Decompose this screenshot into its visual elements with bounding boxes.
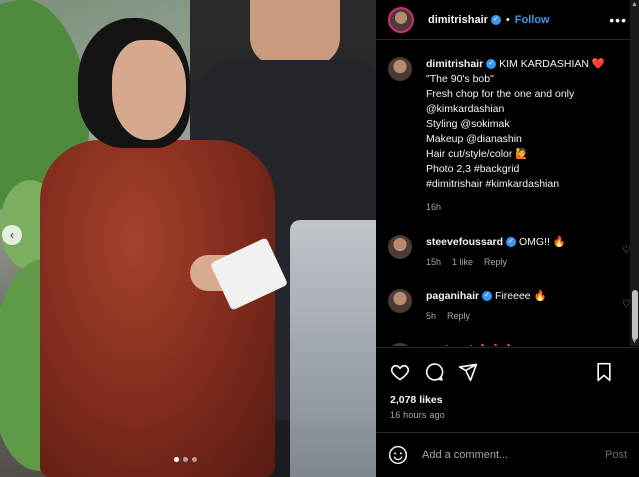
verified-badge-icon: ✓: [506, 237, 517, 248]
caption-line: "The 90's bob": [426, 73, 494, 85]
separator-dot: •: [505, 13, 510, 26]
comment-item: nattiventi 🔥🔥🔥 ♡: [388, 343, 627, 346]
avatar[interactable]: [388, 343, 412, 346]
carousel-prev-button[interactable]: ‹: [2, 225, 22, 245]
scrollbar-thumb[interactable]: [632, 290, 638, 340]
comment-composer: Post: [376, 432, 639, 477]
caption: dimitrishair ✓ KIM KARDASHIAN ❤️ "The 90'…: [388, 57, 627, 215]
follow-button[interactable]: Follow: [515, 14, 550, 26]
verified-badge-icon: ✓: [482, 291, 493, 302]
avatar[interactable]: [388, 289, 412, 313]
avatar[interactable]: [388, 57, 412, 81]
photo-red-leather-coat: [40, 140, 275, 477]
post-button[interactable]: Post: [605, 449, 627, 461]
reply-button[interactable]: Reply: [484, 255, 507, 269]
post-photo[interactable]: ‹: [0, 0, 376, 477]
ellipsis-icon[interactable]: •••: [609, 12, 627, 28]
photo-plastic-bag: [290, 220, 376, 477]
comments-scrollbar[interactable]: ▲ ▼: [630, 0, 639, 346]
scroll-up-icon[interactable]: ▲: [631, 1, 638, 8]
post-header: dimitrishair ✓ • Follow •••: [376, 0, 639, 40]
carousel-dots: [174, 457, 197, 462]
post-timestamp: 16 hours ago: [390, 410, 445, 420]
caption-hashtags[interactable]: #dimitrishair #kimkardashian: [426, 177, 605, 192]
caption-line: Photo 2,3 #backgrid: [426, 163, 520, 175]
comment-icon[interactable]: [424, 362, 444, 382]
avatar[interactable]: [388, 6, 414, 33]
comment-item: paganihair ✓ Fireeee 🔥 5h Reply ♡: [388, 289, 631, 323]
post-side-panel: dimitrishair ✓ • Follow ••• dimitrishair…: [376, 0, 639, 477]
comment-text: OMG!! 🔥: [518, 236, 566, 248]
post-actions: 2,078 likes 16 hours ago: [376, 347, 639, 420]
caption-line: Makeup @dianashin: [426, 133, 522, 145]
comment-item: steevefoussard ✓ OMG!! 🔥 15h 1 like Reply…: [388, 235, 631, 269]
share-icon[interactable]: [458, 362, 478, 382]
verified-badge-icon: ✓: [486, 59, 497, 70]
chevron-left-icon: ‹: [10, 228, 14, 242]
avatar[interactable]: [388, 235, 412, 259]
comment-age: 5h: [426, 311, 437, 321]
comment-input[interactable]: [422, 449, 605, 461]
likes-count[interactable]: 2,078 likes: [390, 394, 627, 406]
emoji-icon[interactable]: [388, 445, 408, 465]
caption-line: KIM KARDASHIAN ❤️: [499, 58, 605, 70]
caption-line: Styling @sokimak: [426, 118, 510, 130]
comment-username[interactable]: paganihair: [426, 290, 479, 302]
scroll-down-icon[interactable]: ▼: [631, 338, 638, 345]
comment-likes[interactable]: 1 like: [452, 255, 473, 269]
caption-age: 16h: [426, 202, 442, 212]
photo-face: [112, 40, 186, 140]
carousel-dot: [183, 457, 188, 462]
header-username[interactable]: dimitrishair: [428, 14, 488, 26]
carousel-dot: [192, 457, 197, 462]
comment-text: 🔥🔥🔥: [476, 344, 515, 346]
caption-line: Hair cut/style/color 🙋: [426, 148, 529, 160]
bookmark-icon[interactable]: [595, 362, 613, 382]
verified-badge-icon: ✓: [490, 14, 501, 25]
comment-age: 15h: [426, 257, 442, 267]
reply-button[interactable]: Reply: [447, 309, 470, 323]
carousel-dot: [174, 457, 179, 462]
comments-list: dimitrishair ✓ KIM KARDASHIAN ❤️ "The 90'…: [376, 41, 639, 346]
caption-line: Fresh chop for the one and only: [426, 88, 575, 100]
heart-icon[interactable]: [390, 362, 410, 382]
comment-username[interactable]: nattiventi: [426, 344, 473, 346]
caption-username[interactable]: dimitrishair: [426, 58, 483, 70]
comment-text: Fireeee 🔥: [495, 290, 547, 302]
comment-username[interactable]: steevefoussard: [426, 236, 503, 248]
caption-mention[interactable]: @kimkardashian: [426, 102, 605, 117]
